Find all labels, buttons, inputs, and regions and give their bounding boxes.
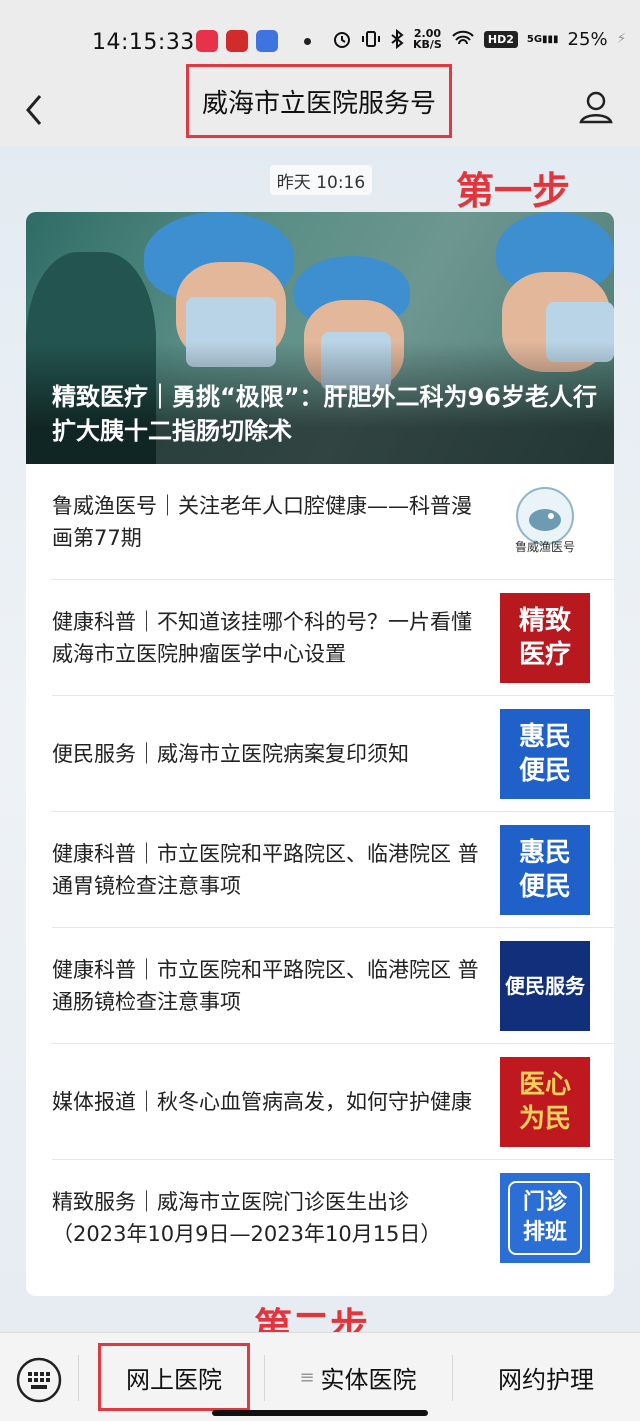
article-title: 鲁威渔医号｜关注老年人口腔健康——科普漫画第77期 <box>52 494 472 550</box>
divider <box>452 1355 453 1401</box>
physical-hospital-button[interactable]: ≡ 实体医院 <box>268 1347 448 1407</box>
list-item[interactable]: 健康科普｜不知道该挂哪个科的号？一片看懂威海市立医院肿瘤医学中心设置 精致医疗 <box>26 580 614 696</box>
network-speed: 2.00 KB/S <box>413 27 442 51</box>
article-title: 便民服务｜威海市立医院病案复印须知 <box>52 742 409 766</box>
keyboard-icon[interactable] <box>16 1357 62 1403</box>
thumbnail-text: 精致医疗 <box>518 606 571 670</box>
hd-badge: HD2 <box>483 30 518 48</box>
video-app-icon <box>196 30 218 52</box>
article-title: 健康科普｜不知道该挂哪个科的号？一片看懂威海市立医院肿瘤医学中心设置 <box>52 610 472 666</box>
title-bar: 威海市立医院服务号 <box>0 64 640 146</box>
article-title: 媒体报道｜秋冬心血管病高发，如何守护健康 <box>52 1090 472 1114</box>
thumbnail-frame: 门诊排班 <box>508 1181 582 1255</box>
page-title: 威海市立医院服务号 <box>186 64 452 138</box>
vibrate-icon <box>362 31 380 47</box>
bottom-menu-bar: 网上医院 ≡ 实体医院 网约护理 <box>0 1332 640 1421</box>
status-time: 14:15:33 <box>92 30 195 55</box>
profile-icon[interactable] <box>578 88 614 128</box>
list-item[interactable]: 精致服务｜威海市立医院门诊医生出诊（2023年10月9日—2023年10月15日… <box>26 1160 614 1276</box>
news-app-icon <box>226 30 248 52</box>
status-app-icons <box>196 30 311 52</box>
battery-level: 25% <box>567 28 608 50</box>
list-item[interactable]: 鲁威渔医号｜关注老年人口腔健康——科普漫画第77期 鲁威渔医号 <box>26 464 614 580</box>
browser-app-icon <box>256 30 278 52</box>
list-item[interactable]: 便民服务｜威海市立医院病案复印须知 惠民便民 <box>26 696 614 812</box>
online-nursing-button[interactable]: 网约护理 <box>460 1347 632 1407</box>
article-thumbnail: 门诊排班 <box>500 1173 590 1263</box>
hero-article[interactable]: 精致医疗｜勇挑“极限”：肝胆外二科为96岁老人行扩大胰十二指肠切除术 <box>26 212 614 464</box>
article-thumbnail: 鲁威渔医号 <box>500 478 590 568</box>
physical-hospital-label: 实体医院 <box>320 1365 417 1394</box>
thumbnail-text: 医心为民 <box>518 1070 571 1134</box>
home-indicator[interactable] <box>212 1410 428 1416</box>
list-item[interactable]: 健康科普｜市立医院和平路院区、临港院区 普通肠镜检查注意事项 便民服务 <box>26 928 614 1044</box>
article-title: 健康科普｜市立医院和平路院区、临港院区 普通胃镜检查注意事项 <box>52 842 479 898</box>
alarm-icon <box>334 32 350 48</box>
article-card: 精致医疗｜勇挑“极限”：肝胆外二科为96岁老人行扩大胰十二指肠切除术 鲁威渔医号… <box>26 212 614 1296</box>
article-thumbnail: 惠民便民 <box>500 709 590 799</box>
article-thumbnail: 医心为民 <box>500 1057 590 1147</box>
more-notifications-icon <box>304 37 311 45</box>
list-item[interactable]: 媒体报道｜秋冬心血管病高发，如何守护健康 医心为民 <box>26 1044 614 1160</box>
message-timestamp: 昨天 10:16 <box>270 165 372 195</box>
article-title: 健康科普｜市立医院和平路院区、临港院区 普通肠镜检查注意事项 <box>52 958 479 1014</box>
step1-annotation: 第一步 <box>456 169 571 213</box>
thumbnail-text: 门诊排班 <box>522 1190 567 1245</box>
signal-icon: 5G▮▮▮ <box>526 33 559 45</box>
thumbnail-caption: 鲁威渔医号 <box>514 540 575 554</box>
charging-icon: ⚡ <box>616 31 627 47</box>
bluetooth-icon <box>391 29 404 49</box>
thumbnail-text: 惠民便民 <box>518 722 571 786</box>
article-thumbnail: 惠民便民 <box>500 825 590 915</box>
hero-title: 精致医疗｜勇挑“极限”：肝胆外二科为96岁老人行扩大胰十二指肠切除术 <box>52 383 597 445</box>
list-item[interactable]: 健康科普｜市立医院和平路院区、临港院区 普通胃镜检查注意事项 惠民便民 <box>26 812 614 928</box>
article-thumbnail: 便民服务 <box>500 941 590 1031</box>
thumbnail-text: 惠民便民 <box>518 838 571 902</box>
online-hospital-button[interactable]: 网上医院 <box>98 1343 250 1411</box>
article-thumbnail: 精致医疗 <box>500 593 590 683</box>
thumbnail-text: 便民服务 <box>505 974 585 998</box>
divider <box>78 1355 79 1401</box>
status-indicators: 2.00 KB/S HD2 5G▮▮▮ 25% ⚡ <box>332 28 626 50</box>
wifi-icon <box>452 30 474 45</box>
article-title: 精致服务｜威海市立医院门诊医生出诊（2023年10月9日—2023年10月15日… <box>52 1190 442 1246</box>
menu-list-icon: ≡ <box>299 1366 315 1388</box>
back-icon[interactable] <box>20 90 50 130</box>
divider <box>264 1355 265 1401</box>
